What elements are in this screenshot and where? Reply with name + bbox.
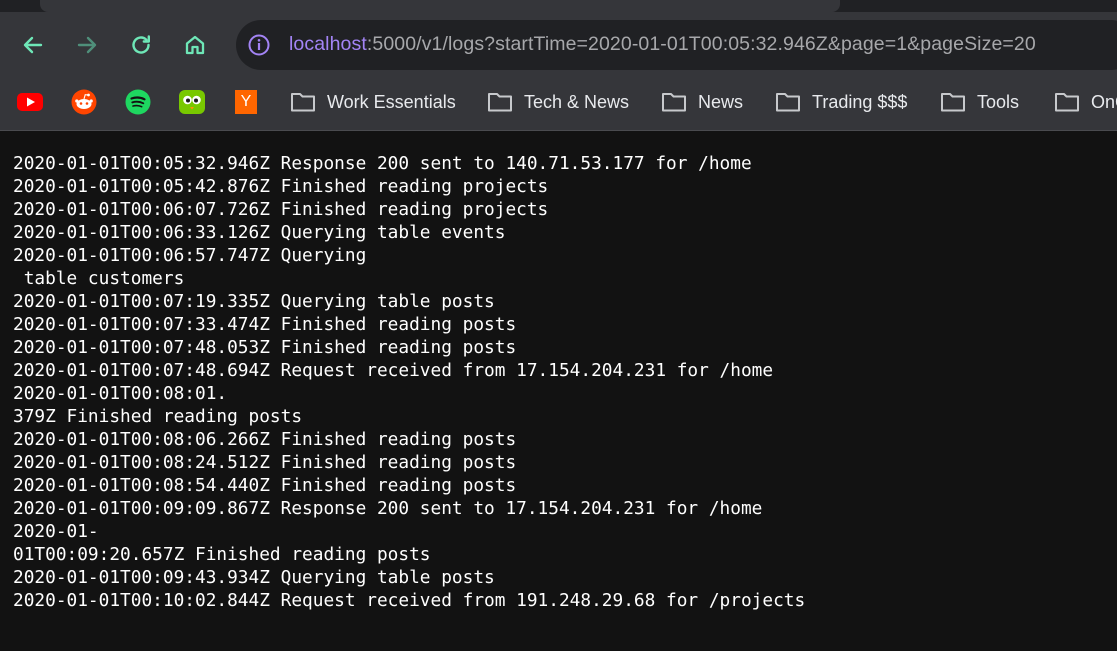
- site-info-button[interactable]: [246, 32, 272, 58]
- log-line: 379Z Finished reading posts: [13, 406, 303, 427]
- log-line: 2020-01-01T00:07:19.335Z Querying table …: [13, 291, 495, 312]
- folder-icon: [291, 93, 315, 112]
- log-line: 2020-01-: [13, 521, 99, 542]
- folder-icon: [941, 93, 965, 112]
- page-content: 2020-01-01T00:05:32.946Z Response 200 se…: [0, 131, 1117, 651]
- url-text[interactable]: localhost:5000/v1/logs?startTime=2020-01…: [289, 33, 1036, 56]
- tab-strip: [0, 0, 1117, 12]
- bookmark-folder-work-essentials[interactable]: Work Essentials: [290, 88, 456, 116]
- log-line: 01T00:09:20.657Z Finished reading posts: [13, 544, 431, 565]
- spotify-icon: [125, 89, 151, 115]
- arrow-left-icon: [23, 36, 43, 54]
- bookmark-spotify[interactable]: [125, 89, 151, 115]
- log-line: 2020-01-01T00:06:33.126Z Querying table …: [13, 222, 506, 243]
- url-path: :5000/v1/logs?startTime=2020-01-01T00:05…: [366, 33, 1036, 55]
- bookmark-youtube[interactable]: [17, 89, 43, 115]
- bookmark-duolingo[interactable]: [179, 89, 205, 115]
- log-output: 2020-01-01T00:05:32.946Z Response 200 se…: [13, 152, 805, 612]
- address-bar[interactable]: localhost:5000/v1/logs?startTime=2020-01…: [236, 20, 1117, 70]
- duolingo-icon: [179, 90, 205, 114]
- bookmark-ycombinator[interactable]: Y: [233, 89, 259, 115]
- home-button[interactable]: [180, 30, 210, 60]
- bookmark-folder-label: News: [698, 91, 744, 112]
- folder-icon: [1055, 93, 1079, 112]
- log-line: 2020-01-01T00:07:48.694Z Request receive…: [13, 360, 774, 381]
- log-line: table customers: [13, 268, 185, 289]
- back-button[interactable]: [18, 30, 48, 60]
- active-tab[interactable]: [40, 0, 840, 12]
- url-host: localhost: [289, 33, 367, 55]
- youtube-icon: [17, 93, 43, 111]
- folder-icon: [488, 93, 512, 112]
- forward-button[interactable]: [72, 30, 102, 60]
- bookmark-folder-tech-news[interactable]: Tech & News: [487, 88, 629, 116]
- bookmarks-bar: Y Work Essentials Tech & News News Tradi…: [0, 78, 1117, 131]
- log-line: 2020-01-01T00:05:32.946Z Response 200 se…: [13, 153, 752, 174]
- bookmark-folder-label: Tools: [977, 91, 1020, 112]
- log-line: 2020-01-01T00:07:48.053Z Finished readin…: [13, 337, 517, 358]
- log-line: 2020-01-01T00:09:09.867Z Response 200 se…: [13, 498, 763, 519]
- bookmark-folder-label: Tech & News: [524, 91, 630, 112]
- log-line: 2020-01-01T00:08:24.512Z Finished readin…: [13, 452, 517, 473]
- folder-icon: [662, 93, 686, 112]
- log-line: 2020-01-01T00:06:07.726Z Finished readin…: [13, 199, 549, 220]
- home-icon: [185, 35, 205, 55]
- log-line: 2020-01-01T00:08:54.440Z Finished readin…: [13, 475, 517, 496]
- bookmark-folder-onc[interactable]: OnC: [1054, 88, 1117, 116]
- bookmark-folder-tools[interactable]: Tools: [940, 88, 1019, 116]
- ycombinator-icon: Y: [235, 90, 257, 114]
- bookmark-reddit[interactable]: [71, 89, 97, 115]
- reload-icon: [132, 35, 150, 54]
- folder-icon: [776, 93, 800, 112]
- reddit-icon: [71, 89, 97, 115]
- bookmark-folder-label: Work Essentials: [327, 91, 456, 112]
- log-line: 2020-01-01T00:10:02.844Z Request receive…: [13, 590, 806, 611]
- log-line: 2020-01-01T00:09:43.934Z Querying table …: [13, 567, 495, 588]
- reload-button[interactable]: [126, 30, 156, 60]
- bookmark-folder-label: OnC: [1091, 91, 1117, 112]
- bookmark-folder-label: Trading $$$: [812, 91, 908, 112]
- arrow-right-icon: [77, 36, 97, 54]
- log-line: 2020-01-01T00:08:06.266Z Finished readin…: [13, 429, 517, 450]
- log-line: 2020-01-01T00:05:42.876Z Finished readin…: [13, 176, 549, 197]
- log-line: 2020-01-01T00:06:57.747Z Querying: [13, 245, 367, 266]
- info-icon: [248, 34, 270, 56]
- bookmark-folder-trading[interactable]: Trading $$$: [775, 88, 907, 116]
- log-line: 2020-01-01T00:08:01.: [13, 383, 228, 404]
- bookmark-folder-news[interactable]: News: [661, 88, 743, 116]
- browser-toolbar: localhost:5000/v1/logs?startTime=2020-01…: [0, 12, 1117, 78]
- log-line: 2020-01-01T00:07:33.474Z Finished readin…: [13, 314, 517, 335]
